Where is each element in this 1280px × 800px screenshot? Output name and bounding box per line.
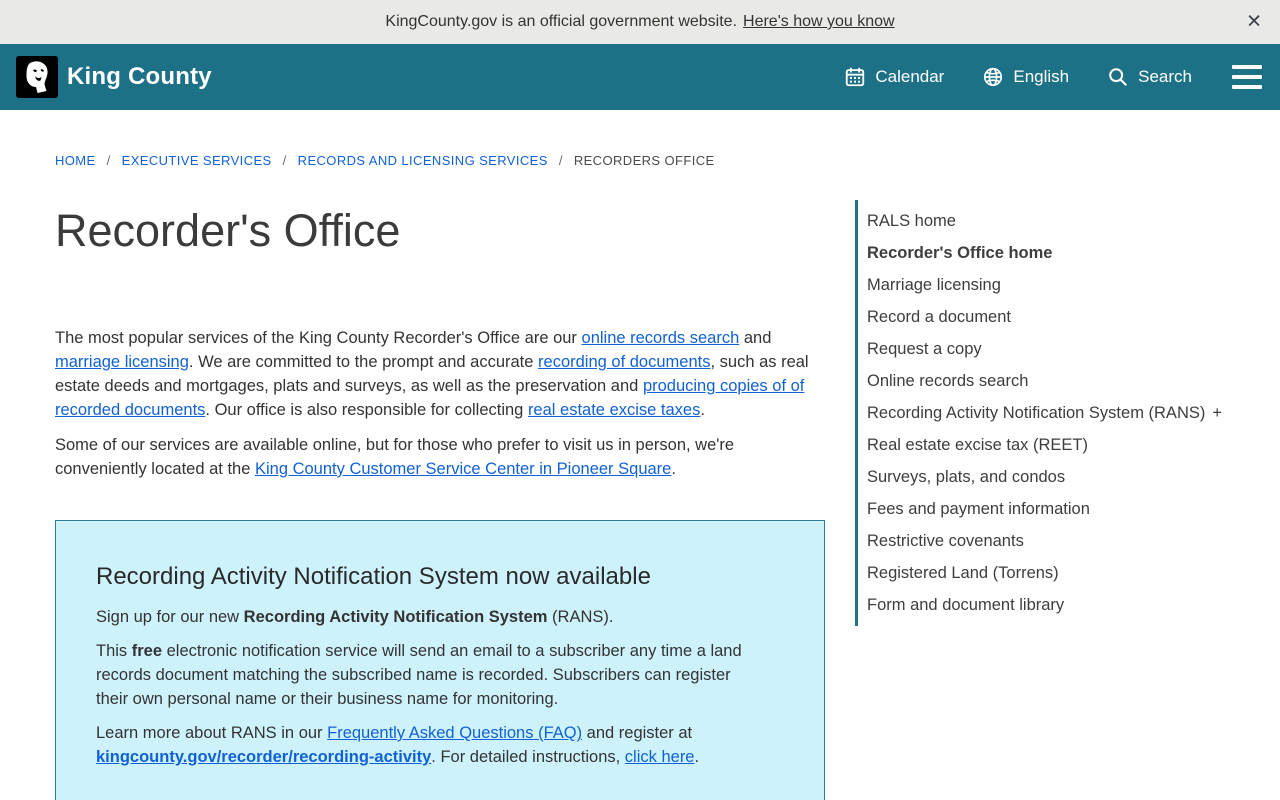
paragraph: Some of our services are available onlin… <box>55 433 830 481</box>
sidebar-item[interactable]: Restrictive covenants <box>858 525 1255 557</box>
callout-heading: Recording Activity Notification System n… <box>96 563 744 591</box>
breadcrumb-separator: / <box>283 153 287 168</box>
breadcrumb-item[interactable]: HOME <box>55 153 96 168</box>
sidebar-item[interactable]: Fees and payment information <box>858 493 1255 525</box>
page-title: Recorder's Office <box>55 205 400 257</box>
text-run: (RANS). <box>547 608 613 626</box>
sidebar-item[interactable]: Form and document library <box>858 589 1255 621</box>
king-county-logo-icon <box>16 56 58 98</box>
text-run: . We are committed to the prompt and acc… <box>189 353 538 371</box>
sidebar-item[interactable]: Marriage licensing <box>858 269 1255 301</box>
globe-icon <box>982 66 1004 88</box>
rans-callout-box: Recording Activity Notification System n… <box>55 520 825 800</box>
sidebar-item[interactable]: Real estate excise tax (REET) <box>858 429 1255 461</box>
text-link[interactable]: Frequently Asked Questions (FAQ) <box>327 724 582 742</box>
king-county-logo[interactable]: King County <box>16 56 212 98</box>
calendar-button[interactable]: Calendar <box>844 66 944 88</box>
callout-body: Sign up for our new Recording Activity N… <box>96 605 744 769</box>
hamburger-icon[interactable] <box>1232 61 1262 93</box>
text-run: free <box>132 642 162 660</box>
text-run: . For detailed instructions, <box>431 748 625 766</box>
paragraph: Learn more about RANS in our Frequently … <box>96 721 744 769</box>
search-label: Search <box>1138 67 1192 87</box>
text-link[interactable]: click here <box>625 748 695 766</box>
sidebar-item[interactable]: RALS home <box>858 205 1255 237</box>
text-run: electronic notification service will sen… <box>96 642 742 708</box>
search-button[interactable]: Search <box>1107 66 1192 88</box>
sidebar-item[interactable]: Registered Land (Torrens) <box>858 557 1255 589</box>
intro-text: The most popular services of the King Co… <box>55 326 830 492</box>
gov-banner: KingCounty.gov is an official government… <box>0 0 1280 44</box>
sidebar-item[interactable]: Surveys, plats, and condos <box>858 461 1255 493</box>
breadcrumb-item[interactable]: RECORDS AND LICENSING SERVICES <box>298 153 548 168</box>
text-link[interactable]: real estate excise taxes <box>528 401 700 419</box>
calendar-label: Calendar <box>875 67 944 87</box>
text-run: . <box>671 460 676 478</box>
brand-name: King County <box>67 63 212 91</box>
page: KingCounty.gov is an official government… <box>0 0 1280 800</box>
text-run: Sign up for our new <box>96 608 244 626</box>
text-run: This <box>96 642 132 660</box>
calendar-icon <box>844 66 866 88</box>
text-link[interactable]: recording of documents <box>538 353 710 371</box>
text-link[interactable]: online records search <box>582 329 740 347</box>
section-nav-sidebar: RALS homeRecorder's Office homeMarriage … <box>855 200 1255 626</box>
text-run: and <box>739 329 771 347</box>
text-link[interactable]: King County Customer Service Center in P… <box>255 460 671 478</box>
close-icon[interactable]: ✕ <box>1244 11 1264 34</box>
text-run: . Our office is also responsible for col… <box>205 401 528 419</box>
text-run: Learn more about RANS in our <box>96 724 327 742</box>
sidebar-item[interactable]: Recorder's Office home <box>858 237 1255 269</box>
breadcrumb: HOME / EXECUTIVE SERVICES / RECORDS AND LICE… <box>55 153 715 168</box>
text-run: The most popular services of the King Co… <box>55 329 582 347</box>
expand-plus-icon[interactable]: + <box>1212 404 1222 422</box>
sidebar-item[interactable]: Record a document <box>858 301 1255 333</box>
language-label: English <box>1013 67 1069 87</box>
text-run: . <box>695 748 700 766</box>
search-icon <box>1107 66 1129 88</box>
sidebar-item[interactable]: Recording Activity Notification System (… <box>858 397 1255 429</box>
breadcrumb-item: RECORDERS OFFICE <box>574 153 715 168</box>
sidebar-item[interactable]: Online records search <box>858 365 1255 397</box>
breadcrumb-separator: / <box>559 153 563 168</box>
gov-banner-text: KingCounty.gov is an official government… <box>385 13 737 31</box>
text-link[interactable]: marriage licensing <box>55 353 189 371</box>
text-run: . <box>700 401 705 419</box>
how-you-know-link[interactable]: Here's how you know <box>743 13 895 31</box>
language-button[interactable]: English <box>982 66 1069 88</box>
paragraph: Sign up for our new Recording Activity N… <box>96 605 744 629</box>
paragraph: This free electronic notification servic… <box>96 639 744 711</box>
text-link[interactable]: kingcounty.gov/recorder/recording-activi… <box>96 748 431 766</box>
text-run: and register at <box>582 724 692 742</box>
sidebar-item[interactable]: Request a copy <box>858 333 1255 365</box>
header-nav: Calendar English <box>844 61 1262 93</box>
paragraph: The most popular services of the King Co… <box>55 326 830 422</box>
text-run: Recording Activity Notification System <box>244 608 548 626</box>
breadcrumb-separator: / <box>107 153 111 168</box>
breadcrumb-item[interactable]: EXECUTIVE SERVICES <box>122 153 272 168</box>
site-header: King County <box>0 44 1280 110</box>
